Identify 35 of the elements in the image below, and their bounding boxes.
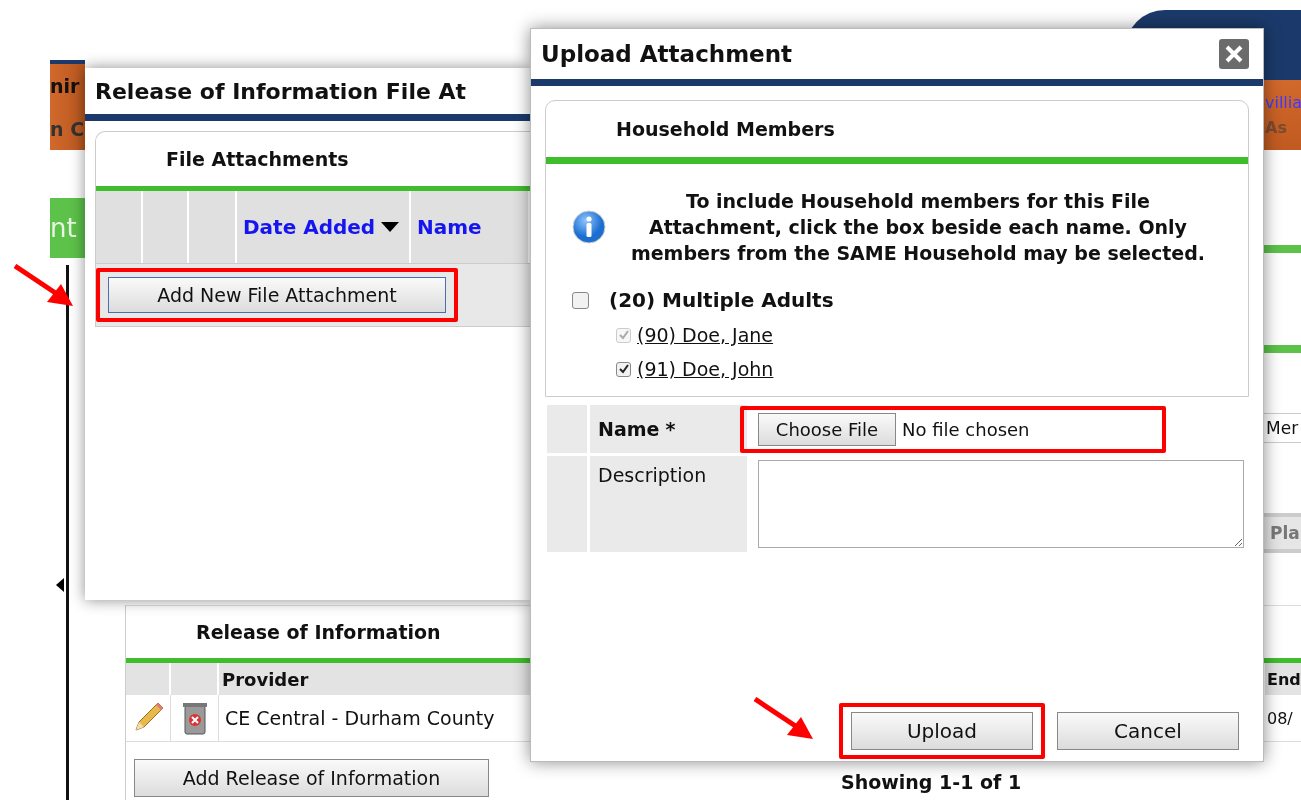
role-text: As xyxy=(1265,118,1288,137)
household-label: (20) Multiple Adults xyxy=(609,288,834,312)
trash-icon[interactable] xyxy=(181,700,208,736)
checkbox[interactable] xyxy=(616,361,631,377)
file-status-text: No file chosen xyxy=(902,418,1030,440)
required-mark: * xyxy=(665,418,676,440)
table-cell-text: 08/ xyxy=(1266,707,1294,730)
info-message: To include Household members for this File Attachment, click the box beside each name. Only members from the SAME Household may be selected. xyxy=(629,189,1207,266)
tab-label: nt xyxy=(50,213,77,243)
dialog-title: Upload Attachment xyxy=(541,41,793,67)
dialog-button[interactable]: Cancel xyxy=(1057,712,1239,750)
choose-file-button[interactable]: Choose File xyxy=(758,412,896,446)
description-field[interactable] xyxy=(758,460,1244,548)
member-link[interactable]: (91) Doe, John xyxy=(637,358,774,380)
sort-down-icon[interactable] xyxy=(381,222,399,232)
header-text: nir xyxy=(50,74,81,97)
field-label: Description xyxy=(598,464,707,486)
checkbox[interactable] xyxy=(572,291,589,309)
header-text: n C xyxy=(50,117,85,140)
panel-title: Release of Information xyxy=(195,620,442,645)
dialog-button[interactable]: Upload xyxy=(851,712,1033,750)
column-header: End xyxy=(1266,668,1301,691)
column-sort-link[interactable]: Name xyxy=(417,214,482,240)
panel-title: Household Members xyxy=(615,117,836,142)
column-header: Pla xyxy=(1262,513,1301,553)
add-file-attachment-button[interactable]: Add New File Attachment xyxy=(108,277,446,313)
left-triangle-icon[interactable] xyxy=(56,578,64,592)
field-label: Name xyxy=(598,418,660,440)
close-icon[interactable] xyxy=(1219,39,1249,69)
panel-title: File Attachments xyxy=(165,147,350,172)
window-title: Release of Information File At xyxy=(94,77,468,106)
info-icon xyxy=(572,210,606,244)
pagination-text: Showing 1-1 of 1 xyxy=(841,771,1022,795)
add-release-button[interactable]: Add Release of Information xyxy=(134,759,489,797)
column-sort-link[interactable]: Date Added xyxy=(243,214,376,240)
